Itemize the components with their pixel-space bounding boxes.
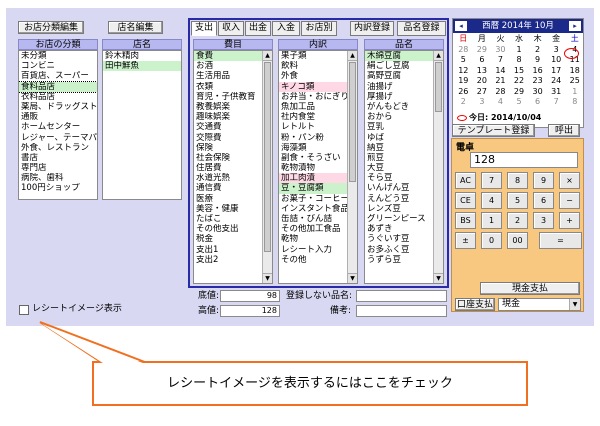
callout-arrow-cover xyxy=(42,324,148,365)
